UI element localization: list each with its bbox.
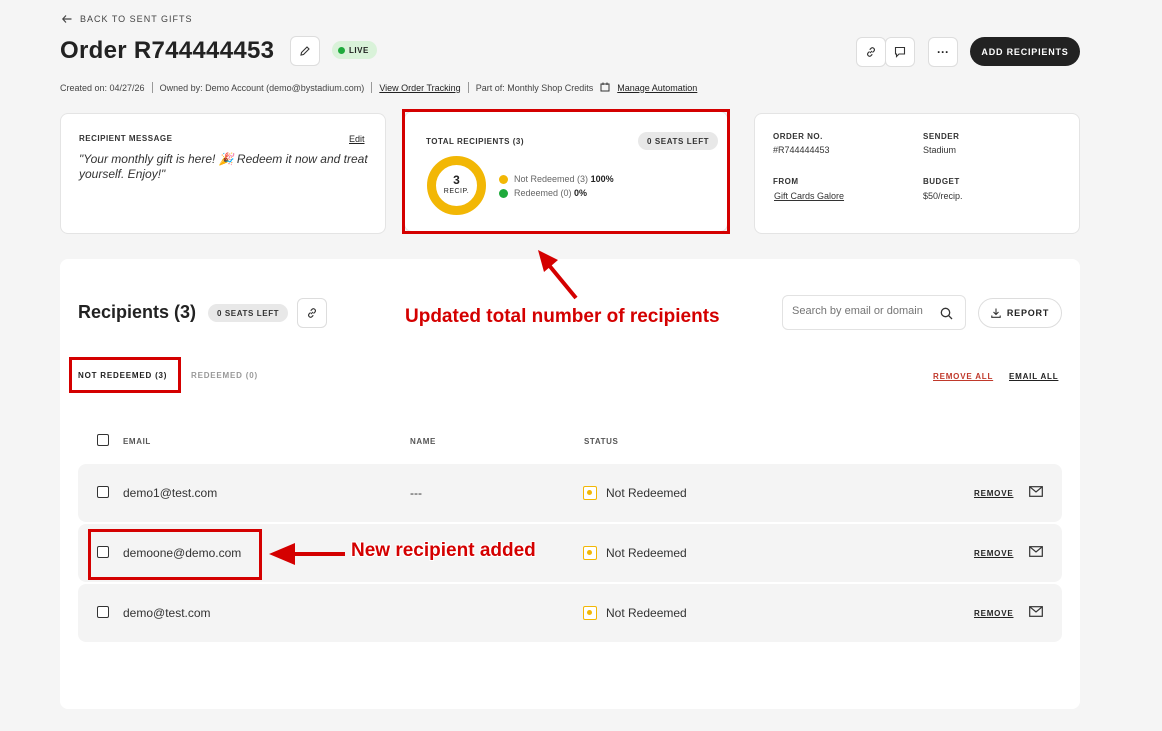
divider — [151, 82, 153, 93]
row-status: Not Redeemed — [606, 546, 687, 560]
row-checkbox[interactable] — [97, 486, 109, 498]
more-options-button[interactable]: ··· — [928, 37, 958, 67]
row-status: Not Redeemed — [606, 606, 687, 620]
recipient-message-text: "Your monthly gift is here! 🎉 Redeem it … — [79, 152, 368, 181]
live-dot-icon — [338, 46, 345, 54]
annotation-arrow-up-icon — [538, 250, 578, 300]
row-status: Not Redeemed — [606, 486, 687, 500]
column-header-status: STATUS — [584, 437, 619, 446]
recipient-message-card: RECIPIENT MESSAGE Edit "Your monthly gif… — [60, 113, 386, 234]
link-icon — [308, 308, 316, 318]
copy-link-button[interactable] — [856, 37, 886, 67]
row-remove-link[interactable]: REMOVE — [974, 549, 1013, 558]
annotation-arrow-left-icon — [269, 543, 345, 565]
pencil-icon — [300, 46, 310, 56]
comment-button[interactable] — [885, 37, 915, 67]
download-icon — [991, 308, 1001, 318]
highlight-tab-box — [69, 357, 181, 393]
edit-message-link[interactable]: Edit — [349, 134, 365, 144]
email-all-link[interactable]: EMAIL ALL — [1009, 372, 1058, 381]
row-remove-link[interactable]: REMOVE — [974, 609, 1013, 618]
comment-icon — [894, 46, 906, 58]
order-meta-line: Created on: 04/27/26 Owned by: Demo Acco… — [60, 82, 697, 93]
report-label: REPORT — [1006, 308, 1050, 318]
table-row[interactable]: demo1@test.com --- Not Redeemed REMOVE — [78, 464, 1062, 522]
back-label: BACK TO SENT GIFTS — [80, 14, 193, 24]
search-icon — [940, 307, 953, 320]
highlight-new-recipient-box — [88, 529, 262, 580]
budget-value: $50/recip. — [923, 191, 963, 201]
sender-label: SENDER — [923, 132, 960, 141]
search-input[interactable] — [792, 305, 932, 317]
status-badge: LIVE — [332, 41, 377, 59]
row-name: --- — [410, 486, 422, 500]
back-to-sent-gifts-link[interactable]: BACK TO SENT GIFTS — [62, 14, 193, 24]
calendar-refresh-icon — [600, 82, 610, 92]
link-icon — [867, 47, 875, 57]
page-title: Order R744444453 — [60, 37, 275, 64]
divider — [467, 82, 469, 93]
sender-value: Stadium — [923, 145, 957, 155]
from-link[interactable]: Gift Cards Galore — [774, 191, 844, 201]
order-no-value: #R744444453 — [773, 145, 830, 155]
recipient-message-label: RECIPIENT MESSAGE — [79, 134, 173, 143]
table-row[interactable]: demo@test.com Not Redeemed REMOVE — [78, 584, 1062, 642]
column-header-name: NAME — [410, 437, 436, 446]
envelope-icon[interactable] — [1029, 486, 1043, 497]
manage-automation-link[interactable]: Manage Automation — [617, 83, 697, 93]
add-recipients-button[interactable]: ADD RECIPIENTS — [970, 37, 1080, 66]
row-email: demo@test.com — [123, 606, 211, 620]
pending-status-icon — [583, 486, 597, 500]
select-all-checkbox[interactable] — [97, 434, 109, 446]
status-badge-label: LIVE — [349, 45, 369, 55]
order-no-label: ORDER NO. — [773, 132, 823, 141]
view-order-tracking-link[interactable]: View Order Tracking — [379, 83, 460, 93]
search-box[interactable] — [782, 295, 966, 330]
annotation-new-note: New recipient added — [351, 540, 536, 561]
highlight-totals-box — [402, 109, 730, 234]
column-header-email: EMAIL — [123, 437, 151, 446]
from-label: FROM — [773, 177, 799, 186]
created-date: Created on: 04/27/26 — [60, 82, 145, 93]
row-remove-link[interactable]: REMOVE — [974, 489, 1013, 498]
arrow-left-icon — [62, 15, 72, 23]
owner-info: Owned by: Demo Account (demo@bystadium.c… — [159, 82, 365, 93]
recipients-link-button[interactable] — [297, 298, 327, 328]
report-button[interactable]: REPORT — [978, 298, 1062, 328]
divider — [371, 82, 373, 93]
tab-redeemed[interactable]: REDEEMED (0) — [191, 371, 258, 380]
order-info-card: ORDER NO. #R744444453 SENDER Stadium FRO… — [754, 113, 1080, 234]
row-checkbox[interactable] — [97, 606, 109, 618]
annotation-total-note: Updated total number of recipients — [405, 306, 720, 327]
remove-all-link[interactable]: REMOVE ALL — [933, 372, 993, 381]
recipients-title: Recipients (3) — [78, 302, 197, 322]
envelope-icon[interactable] — [1029, 606, 1043, 617]
budget-label: BUDGET — [923, 177, 960, 186]
part-of-info: Part of: Monthly Shop Credits — [475, 82, 594, 93]
edit-title-button[interactable] — [290, 36, 320, 66]
pending-status-icon — [583, 606, 597, 620]
recipients-seats-left-badge: 0 SEATS LEFT — [208, 304, 289, 322]
row-email: demo1@test.com — [123, 486, 218, 500]
envelope-icon[interactable] — [1029, 546, 1043, 557]
pending-status-icon — [583, 546, 597, 560]
